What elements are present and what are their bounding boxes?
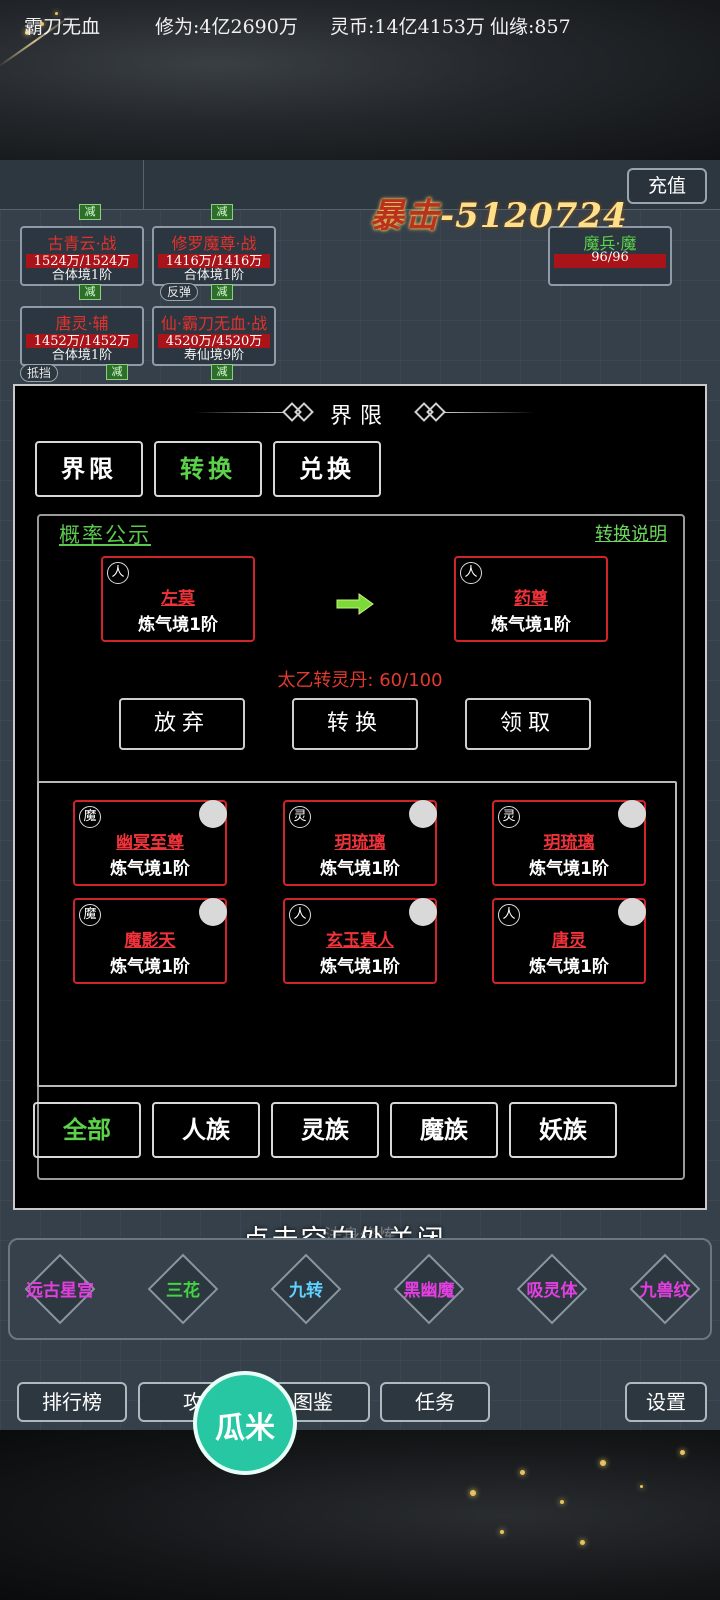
race-badge: 魔 [79,904,101,926]
ally-card[interactable]: 仙·霸刀无血·战 4520万/4520万 寿仙境9阶 [152,306,276,366]
ally-card[interactable]: 古青云·战 1524万/1524万 合体境1阶 [20,226,144,286]
race-badge: 人 [498,904,520,926]
title-decoration [445,412,535,413]
filter-spirit[interactable]: 灵族 [271,1102,379,1158]
resist-tag: 抵挡 [20,364,59,382]
realm-label: 吸灵体 [526,1281,578,1301]
crit-damage-popup: 暴击-5120724 [370,196,628,236]
character-rank: 炼气境1阶 [529,957,609,977]
candidate-card[interactable]: 魔 魔影天 炼气境1阶 [73,898,227,984]
conversion-modal: 界限 界限 转换 兑换 概率公示 转换说明 人 左莫 炼气境1阶 人 药尊 炼气… [13,384,707,1210]
select-circle-icon[interactable] [618,800,646,828]
candidate-card[interactable]: 灵 玥琉璃 炼气境1阶 [492,800,646,886]
target-character-card[interactable]: 人 药尊 炼气境1阶 [454,556,608,642]
realm-item[interactable]: 九兽纹 [629,1253,701,1325]
background-scenery-bottom [0,1430,720,1600]
race-badge: 人 [107,562,129,584]
recharge-button[interactable]: 充值 [627,168,707,204]
realm-label: 远古星宫 [26,1281,94,1301]
select-circle-icon[interactable] [199,800,227,828]
tab-boundary[interactable]: 界限 [35,441,143,497]
cultivation-value: 修为:4亿2690万 [155,16,298,38]
spirit-coin-value: 灵币:14亿4153万 [330,16,485,38]
character-rank: 炼气境1阶 [320,957,400,977]
character-name: 唐灵 [552,931,586,951]
ally-rank: 合体境1阶 [183,268,245,283]
ally-card[interactable]: 修罗魔尊·战 1416万/1416万 合体境1阶 [152,226,276,286]
debuff-tag: 减 [79,204,101,220]
rebound-tag: 反弹 [160,283,199,301]
debuff-tag: 减 [79,284,101,300]
status-divider [143,160,144,210]
realm-item[interactable]: 黑幽魔 [393,1253,465,1325]
source-character-card[interactable]: 人 左莫 炼气境1阶 [101,556,255,642]
character-rank: 炼气境1阶 [320,859,400,879]
candidate-card[interactable]: 灵 玥琉璃 炼气境1阶 [283,800,437,886]
character-name: 药尊 [514,589,548,609]
select-circle-icon[interactable] [409,898,437,926]
candidate-card[interactable]: 人 唐灵 炼气境1阶 [492,898,646,984]
character-rank: 炼气境1阶 [110,859,190,879]
ranking-button[interactable]: 排行榜 [17,1382,127,1422]
character-name: 魔影天 [124,931,176,951]
realm-label: 九兽纹 [639,1281,691,1301]
debuff-tag: 减 [211,204,233,220]
realm-item[interactable]: 远古星宫 [24,1253,96,1325]
tab-convert[interactable]: 转换 [154,441,262,497]
ally-rank: 寿仙境9阶 [183,348,245,363]
enemy-hp: 96/96 [591,250,629,265]
realm-label: 三花 [166,1281,200,1301]
debuff-tag: 减 [211,364,233,380]
character-name: 幽冥至尊 [116,833,184,853]
task-button[interactable]: 任务 [380,1382,490,1422]
settings-button[interactable]: 设置 [625,1382,707,1422]
realm-item[interactable]: 三花 [147,1253,219,1325]
probability-link[interactable]: 概率公示 [59,519,151,549]
watermark-text: 瓜米 [215,1411,275,1446]
debuff-tag: 减 [106,364,128,380]
debuff-tag: 减 [211,284,233,300]
convert-button[interactable]: 转换 [292,698,418,750]
filter-human[interactable]: 人族 [152,1102,260,1158]
filter-monster[interactable]: 妖族 [509,1102,617,1158]
character-rank: 炼气境1阶 [491,615,571,635]
ally-card[interactable]: 唐灵·辅 1452万/1452万 合体境1阶 [20,306,144,366]
pill-count: 太乙转灵丹: 60/100 [277,670,443,691]
fairy-fate-value: 仙缘:857 [490,16,571,38]
character-name: 玥琉璃 [543,833,595,853]
race-badge: 灵 [498,806,520,828]
convert-help-link[interactable]: 转换说明 [595,520,667,546]
race-badge: 人 [289,904,311,926]
race-badge: 人 [460,562,482,584]
realm-item[interactable]: 吸灵体 [516,1253,588,1325]
select-circle-icon[interactable] [618,898,646,926]
player-name: 霸刀无血 [24,16,101,38]
ally-rank: 合体境1阶 [51,268,113,283]
character-name: 玥琉璃 [334,833,386,853]
character-rank: 炼气境1阶 [138,615,218,635]
modal-title: 界限 [329,404,390,429]
select-circle-icon[interactable] [409,800,437,828]
race-badge: 灵 [289,806,311,828]
character-rank: 炼气境1阶 [110,957,190,977]
arrow-right-icon [336,593,374,615]
realm-label: 九转 [289,1281,323,1301]
filter-all[interactable]: 全部 [33,1102,141,1158]
race-badge: 魔 [79,806,101,828]
character-rank: 炼气境1阶 [529,859,609,879]
realm-item[interactable]: 九转 [270,1253,342,1325]
select-circle-icon[interactable] [199,898,227,926]
candidate-card[interactable]: 魔 幽冥至尊 炼气境1阶 [73,800,227,886]
ally-rank: 合体境1阶 [51,348,113,363]
filter-demon[interactable]: 魔族 [390,1102,498,1158]
claim-button[interactable]: 领取 [465,698,591,750]
candidate-card[interactable]: 人 玄玉真人 炼气境1阶 [283,898,437,984]
character-name: 左莫 [161,589,195,609]
character-name: 玄玉真人 [326,931,394,951]
abandon-button[interactable]: 放弃 [119,698,245,750]
tab-exchange[interactable]: 兑换 [273,441,381,497]
realm-label: 黑幽魔 [403,1281,455,1301]
